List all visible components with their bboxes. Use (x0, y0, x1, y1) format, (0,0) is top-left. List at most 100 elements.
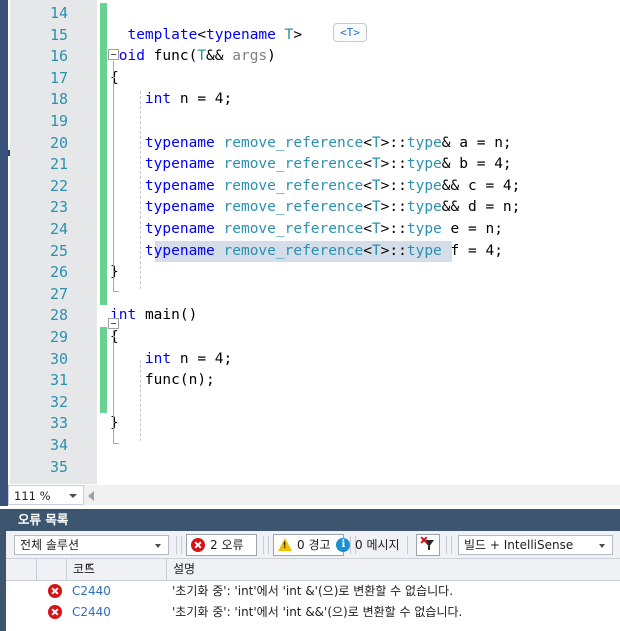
errors-toggle-label: 2 오류 (210, 538, 244, 552)
change-indicator (100, 111, 107, 133)
code-line-text: { (110, 329, 119, 345)
column-header-description[interactable]: 설명 (166, 559, 620, 580)
column-header-severity[interactable]: ⇱ (36, 559, 94, 580)
code-line-text: typename remove_reference<T>::type f = 4… (144, 242, 503, 259)
error-description: '초기화 중': 'int'에서 'int &'(으)로 변환할 수 없습니다. (172, 584, 454, 598)
scroll-left-arrow-icon[interactable] (88, 491, 94, 501)
code-line-text: template<typename T> (127, 26, 303, 43)
zoom-level-dropdown[interactable]: 111 % (8, 485, 84, 505)
template-parameter-badge[interactable]: <T> (333, 23, 367, 42)
change-indicator (100, 219, 107, 241)
change-indicator (100, 46, 107, 68)
indent-guide-main (140, 360, 141, 441)
clear-filter-button[interactable] (416, 534, 440, 556)
funnel-stem (428, 546, 430, 550)
warnings-toggle-label: 0 경고 (297, 538, 331, 552)
change-indicator (100, 457, 107, 479)
code-line-text: typename remove_reference<T>::type e = n… (144, 221, 503, 237)
change-indicator (100, 262, 107, 284)
code-line-text: int n = 4; (144, 91, 233, 108)
error-list-titlebar: 오류 목록 (6, 509, 620, 531)
error-code-link[interactable]: C2440 (72, 581, 111, 602)
horizontal-scrollbar[interactable] (84, 485, 620, 505)
zoom-level-value: 111 % (14, 489, 51, 503)
change-indicator (100, 175, 107, 198)
line-number: 18 (49, 90, 68, 109)
chevron-down-icon (69, 494, 77, 498)
change-indicator (100, 435, 107, 457)
warnings-toggle-button[interactable]: 0 경고 (273, 534, 344, 556)
line-number: 26 (49, 263, 68, 282)
editor-left-edge-strip (0, 0, 8, 487)
error-list-title: 오류 목록 (18, 512, 69, 527)
code-line-text: { (110, 69, 119, 86)
toolbar-separator (407, 536, 408, 554)
line-number: 35 (49, 457, 68, 476)
build-filter-dropdown[interactable]: 빌드 + IntelliSense (458, 535, 613, 555)
chevron-down-icon (155, 544, 161, 548)
error-list-toolbar: 전체 솔루션 2 오류 0 경고 0 메시지 (6, 531, 620, 559)
change-indicator (100, 348, 107, 371)
line-number: 24 (49, 220, 68, 238)
change-indicator (100, 391, 107, 414)
errors-toggle-button[interactable]: 2 오류 (186, 534, 257, 556)
toolbar-separator (350, 536, 351, 554)
line-number: 15 (49, 25, 68, 44)
code-line-text: typename remove_reference<T>::type&& c =… (144, 177, 521, 194)
toolbar-separator (181, 536, 182, 554)
line-number: 16 (49, 47, 68, 66)
code-line-text: } (110, 264, 119, 281)
error-code-link[interactable]: C2440 (72, 602, 111, 623)
toolbar-separator (446, 536, 447, 554)
error-list-rows[interactable]: C2440 '초기화 중': 'int'에서 'int &'(으)로 변환할 수 … (6, 581, 620, 631)
column-header-code[interactable]: 코드 (66, 559, 166, 580)
toolbar-separator (263, 536, 264, 554)
change-indicator (100, 413, 107, 435)
code-editor[interactable]: 14 15 template<typename T> 16 void func(T&&… (0, 0, 620, 487)
editor-bottom-left-strip (0, 484, 8, 506)
chevron-down-icon (599, 544, 605, 548)
change-indicator (100, 240, 107, 263)
line-number: 23 (49, 198, 68, 217)
error-icon (48, 584, 62, 598)
line-number: 17 (49, 68, 68, 87)
change-indicator (100, 24, 107, 47)
line-number: 28 (49, 306, 68, 325)
fold-marker-main[interactable] (108, 318, 119, 329)
table-row[interactable]: C2440 '초기화 중': 'int'에서 'int &&'(으)로 변환할 수… (6, 602, 620, 623)
code-line-text: int main() (110, 307, 198, 324)
fold-region-line-main (113, 330, 114, 443)
code-line-text: typename remove_reference<T>::type& a = … (144, 134, 512, 151)
code-line-text: void func(T&& args) (110, 48, 276, 65)
scope-filter-value: 전체 솔루션 (20, 538, 80, 552)
scope-filter-dropdown[interactable]: 전체 솔루션 (14, 535, 169, 555)
error-description: '초기화 중': 'int'에서 'int &&'(으)로 변환할 수 없습니다… (172, 605, 463, 619)
fold-region-foot-func (113, 291, 119, 292)
editor-bottom-bar: 111 % (0, 484, 620, 506)
error-icon (191, 538, 205, 552)
table-row[interactable]: C2440 '초기화 중': 'int'에서 'int &'(으)로 변환할 수 … (6, 581, 620, 602)
fold-marker-func[interactable] (108, 49, 119, 60)
toolbar-separator (268, 536, 269, 554)
line-number: 34 (49, 436, 68, 454)
change-indicator (100, 327, 107, 349)
code-line-text: typename remove_reference<T>::type& b = … (144, 156, 512, 173)
line-number: 25 (49, 241, 68, 260)
error-list-panel: 오류 목록 전체 솔루션 2 오류 0 경고 0 메시지 (0, 509, 620, 631)
toolbar-separator (176, 536, 177, 554)
line-number: 33 (49, 414, 68, 433)
line-number: 31 (49, 371, 68, 390)
warning-icon (278, 538, 292, 551)
messages-toggle-label[interactable]: 0 메시지 (355, 535, 400, 555)
line-number: 19 (49, 112, 68, 130)
change-indicator (100, 197, 107, 219)
change-indicator (100, 370, 107, 392)
indent-guide-func (140, 91, 141, 289)
change-indicator (100, 305, 107, 327)
fold-region-line-func (113, 61, 114, 291)
code-line-text: } (110, 415, 119, 432)
error-icon (48, 605, 62, 619)
line-number: 21 (49, 155, 68, 174)
line-number: 22 (49, 176, 68, 195)
build-filter-value: 빌드 + IntelliSense (464, 538, 574, 552)
